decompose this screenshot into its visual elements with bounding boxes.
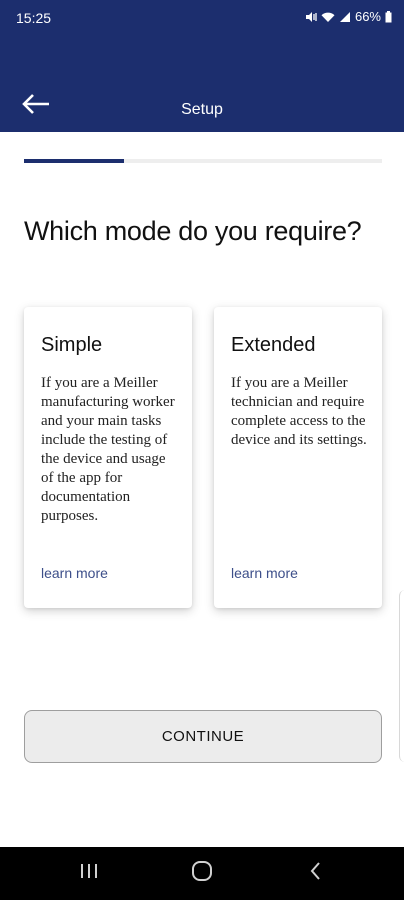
signal-icon: [339, 11, 351, 23]
status-time: 15:25: [16, 10, 52, 26]
app-bar: Setup: [0, 34, 404, 132]
mode-card-title: Extended: [231, 334, 316, 356]
status-icons: 66%: [305, 9, 392, 24]
mode-card-extended[interactable]: Extended If you are a Meiller technician…: [214, 307, 382, 608]
continue-button[interactable]: CONTINUE: [24, 710, 382, 763]
recents-button[interactable]: [59, 847, 119, 900]
wifi-icon: [321, 11, 335, 23]
question-heading: Which mode do you require?: [24, 216, 362, 246]
mode-card-simple[interactable]: Simple If you are a Meiller manufacturin…: [24, 307, 192, 608]
progress-fill: [24, 159, 125, 163]
nav-back-button[interactable]: [286, 847, 346, 900]
status-bar: 15:25 66%: [0, 0, 404, 34]
home-button[interactable]: [172, 847, 232, 900]
progress-bar: [24, 159, 382, 163]
mode-card-title: Simple: [41, 334, 103, 356]
offscreen-card-edge: [399, 590, 404, 762]
learn-more-link[interactable]: learn more: [231, 565, 298, 581]
recents-icon: [78, 861, 100, 886]
system-nav-bar: [0, 847, 404, 900]
battery-icon: [385, 10, 392, 23]
page-title: Setup: [181, 101, 223, 118]
mute-icon: [305, 11, 317, 23]
learn-more-link[interactable]: learn more: [41, 565, 108, 581]
battery-level: 66%: [354, 9, 381, 24]
mode-card-description: If you are a Meiller technician and requ…: [231, 375, 367, 448]
mode-card-description: If you are a Meiller manufacturing worke…: [41, 375, 175, 524]
chevron-left-icon: [308, 860, 324, 887]
home-icon: [190, 859, 214, 888]
